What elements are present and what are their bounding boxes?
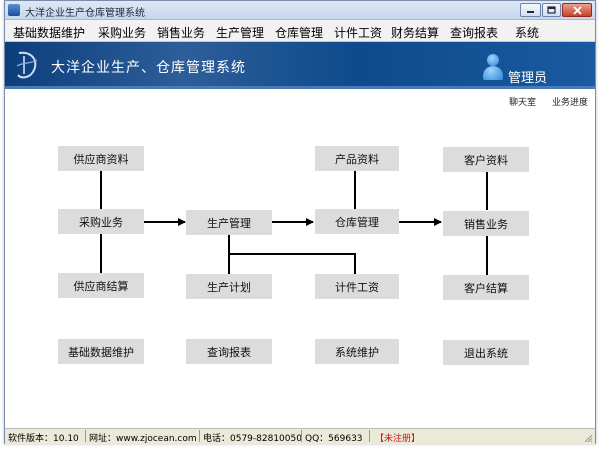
- customer-info-button[interactable]: 客户资料: [443, 147, 529, 172]
- supplier-info-button[interactable]: 供应商资料: [58, 146, 144, 171]
- basic-data-button[interactable]: 基础数据维护: [58, 339, 144, 364]
- exit-button[interactable]: 退出系统: [443, 340, 529, 365]
- status-bar: 软件版本：10.10 网址：www.zjocean.com 电话：0579-82…: [5, 428, 595, 444]
- status-website: 网址：www.zjocean.com: [89, 434, 197, 444]
- query-reports-button[interactable]: 查询报表: [186, 339, 272, 364]
- piece-wage-button[interactable]: 计件工资: [315, 274, 399, 299]
- status-registration: 【未注册】: [375, 434, 421, 444]
- purchase-button[interactable]: 采购业务: [58, 209, 144, 234]
- production-plan-button[interactable]: 生产计划: [186, 274, 272, 299]
- resize-grip-icon[interactable]: [583, 433, 593, 443]
- supplier-settle-button[interactable]: 供应商结算: [58, 273, 144, 298]
- production-mgmt-button[interactable]: 生产管理: [186, 210, 272, 235]
- customer-settle-button[interactable]: 客户结算: [443, 275, 529, 300]
- main-window: 大洋企业生产仓库管理系统 基础数据维护 采购业务 销售业务 生产管理 仓库管理 …: [4, 0, 596, 444]
- system-maintenance-button[interactable]: 系统维护: [315, 339, 399, 364]
- product-info-button[interactable]: 产品资料: [315, 146, 399, 171]
- warehouse-mgmt-button[interactable]: 仓库管理: [315, 209, 399, 234]
- status-phone: 电话：0579-82810050: [203, 434, 302, 444]
- connector-production-wage: [229, 253, 356, 274]
- sales-button[interactable]: 销售业务: [443, 211, 529, 236]
- status-version: 软件版本：10.10: [8, 434, 79, 444]
- status-qq: QQ：569633: [305, 434, 363, 444]
